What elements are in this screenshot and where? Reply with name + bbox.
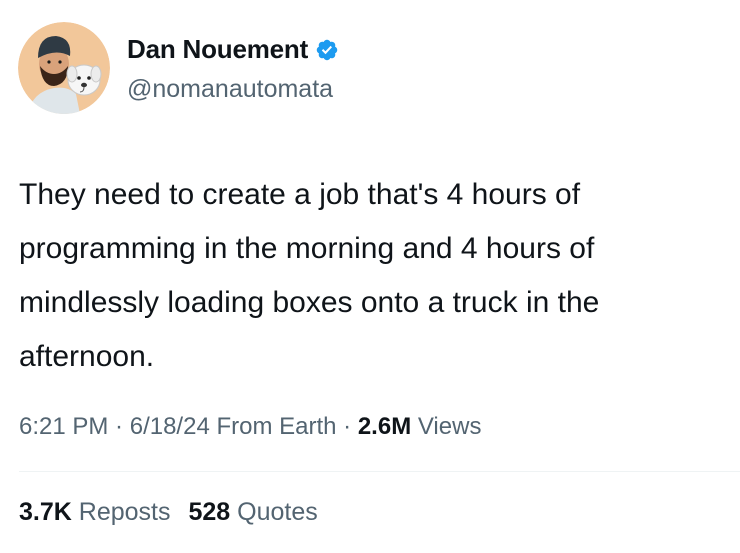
tweet-text: They need to create a job that's 4 hours… — [19, 168, 719, 384]
meta-separator: · — [108, 413, 130, 440]
tweet-card: Dan Nouement @nomanautomata They need to… — [0, 0, 740, 553]
quotes-count: 528 — [188, 498, 231, 526]
tweet-date[interactable]: 6/18/24 — [130, 413, 210, 440]
reposts-link[interactable]: 3.7K Reposts — [19, 498, 170, 526]
avatar[interactable] — [18, 22, 110, 114]
quotes-label: Quotes — [230, 498, 318, 526]
tweet-location: From Earth — [209, 413, 337, 440]
author-handle[interactable]: @nomanautomata — [127, 75, 333, 104]
reposts-label: Reposts — [71, 498, 171, 526]
quotes-link[interactable]: 528 Quotes — [188, 498, 317, 526]
avatar-icon — [18, 22, 110, 114]
views-label: Views — [411, 413, 482, 440]
verified-badge-icon — [315, 38, 339, 62]
divider — [19, 471, 740, 472]
tweet-text-line: programming in the morning and 4 hours o… — [19, 232, 595, 265]
tweet-stats: 3.7K Reposts 528 Quotes — [19, 498, 318, 527]
tweet-text-line: afternoon. — [19, 340, 155, 373]
tweet-meta: 6:21 PM · 6/18/24 From Earth · 2.6M View… — [19, 413, 481, 441]
tweet-text-line: They need to create a job that's 4 hours… — [19, 178, 581, 211]
reposts-count: 3.7K — [19, 498, 72, 526]
meta-separator: · — [336, 413, 358, 440]
author-name-row: Dan Nouement — [127, 34, 339, 65]
views-count: 2.6M — [357, 413, 412, 440]
author-name[interactable]: Dan Nouement — [127, 34, 308, 65]
tweet-time[interactable]: 6:21 PM — [19, 413, 108, 440]
tweet-text-line: mindlessly loading boxes onto a truck in… — [19, 286, 600, 319]
